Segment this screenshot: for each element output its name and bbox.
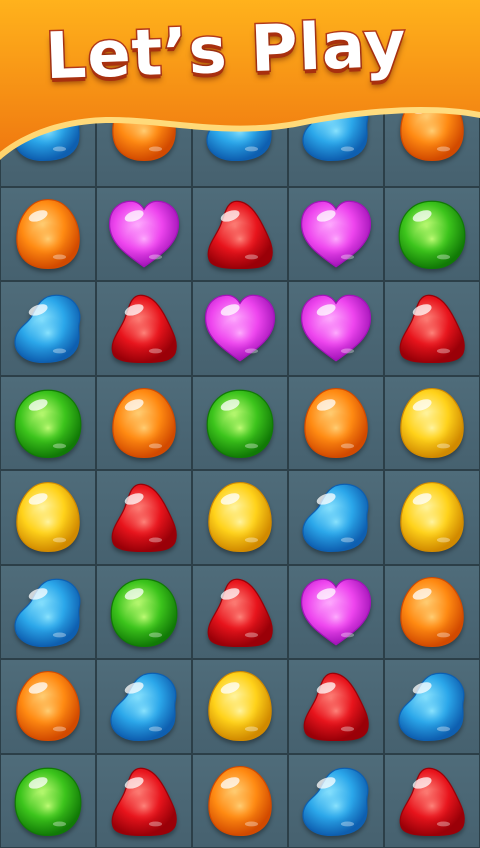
board-cell[interactable] — [288, 564, 384, 659]
page-title: Let’s Play — [43, 6, 410, 96]
board-cell[interactable] — [192, 92, 288, 187]
yellow-egg-candy-icon[interactable] — [199, 665, 281, 747]
blue-bean-candy-icon[interactable] — [199, 85, 281, 167]
board-cell[interactable] — [0, 753, 96, 848]
red-drop-candy-icon[interactable] — [199, 571, 281, 653]
board-cell[interactable] — [384, 186, 480, 281]
board-cell[interactable] — [384, 564, 480, 659]
board-cell[interactable] — [96, 186, 192, 281]
orange-egg-candy-icon[interactable] — [391, 571, 473, 653]
board-cell[interactable] — [192, 186, 288, 281]
board-cell[interactable] — [192, 659, 288, 754]
candy-board — [0, 91, 480, 848]
board-cell[interactable] — [192, 753, 288, 848]
board-cell[interactable] — [96, 659, 192, 754]
board-cell[interactable] — [0, 92, 96, 187]
board-cell[interactable] — [96, 470, 192, 565]
board-cell[interactable] — [0, 375, 96, 470]
red-drop-candy-icon[interactable] — [295, 665, 377, 747]
board-cell[interactable] — [0, 186, 96, 281]
blue-bean-candy-icon[interactable] — [7, 85, 89, 167]
green-round-candy-icon[interactable] — [7, 382, 89, 464]
board-cell[interactable] — [96, 564, 192, 659]
yellow-egg-candy-icon[interactable] — [391, 476, 473, 558]
blue-bean-candy-icon[interactable] — [295, 476, 377, 558]
blue-bean-candy-icon[interactable] — [295, 760, 377, 842]
orange-egg-candy-icon[interactable] — [103, 382, 185, 464]
board-cell[interactable] — [192, 470, 288, 565]
board-cell[interactable] — [384, 659, 480, 754]
yellow-egg-candy-icon[interactable] — [391, 382, 473, 464]
pink-heart-candy-icon[interactable] — [103, 193, 185, 275]
board-cell[interactable] — [288, 92, 384, 187]
yellow-egg-candy-icon[interactable] — [199, 476, 281, 558]
green-round-candy-icon[interactable] — [391, 193, 473, 275]
board-cell[interactable] — [0, 564, 96, 659]
orange-egg-candy-icon[interactable] — [295, 382, 377, 464]
orange-egg-candy-icon[interactable] — [7, 665, 89, 747]
red-drop-candy-icon[interactable] — [391, 760, 473, 842]
board-cell[interactable] — [96, 91, 192, 187]
yellow-egg-candy-icon[interactable] — [7, 476, 89, 558]
pink-heart-candy-icon[interactable] — [295, 287, 377, 369]
pink-heart-candy-icon[interactable] — [295, 571, 377, 653]
board-cell[interactable] — [96, 281, 192, 376]
board-cell[interactable] — [96, 375, 192, 470]
green-round-candy-icon[interactable] — [7, 760, 89, 842]
board-cell[interactable] — [96, 753, 192, 848]
board-cell[interactable] — [384, 470, 480, 565]
game-screen: Let’s Play — [0, 0, 480, 848]
board-cell[interactable] — [384, 753, 480, 848]
board-cell[interactable] — [192, 375, 288, 470]
blue-bean-candy-icon[interactable] — [7, 287, 89, 369]
blue-bean-candy-icon[interactable] — [295, 85, 377, 167]
orange-egg-candy-icon[interactable] — [199, 760, 281, 842]
red-drop-candy-icon[interactable] — [103, 287, 185, 369]
board-cell[interactable] — [384, 91, 480, 187]
board-cell[interactable] — [288, 753, 384, 848]
orange-egg-candy-icon[interactable] — [103, 85, 185, 167]
board-cell[interactable] — [288, 470, 384, 565]
red-drop-candy-icon[interactable] — [103, 760, 185, 842]
board-cell[interactable] — [384, 375, 480, 470]
pink-heart-candy-icon[interactable] — [199, 287, 281, 369]
board-cell[interactable] — [0, 281, 96, 376]
board-cell[interactable] — [288, 375, 384, 470]
pink-heart-candy-icon[interactable] — [295, 193, 377, 275]
blue-bean-candy-icon[interactable] — [391, 665, 473, 747]
red-drop-candy-icon[interactable] — [391, 287, 473, 369]
orange-egg-candy-icon[interactable] — [7, 193, 89, 275]
green-round-candy-icon[interactable] — [103, 571, 185, 653]
red-drop-candy-icon[interactable] — [199, 193, 281, 275]
blue-bean-candy-icon[interactable] — [103, 665, 185, 747]
board-cell[interactable] — [192, 564, 288, 659]
red-drop-candy-icon[interactable] — [103, 476, 185, 558]
orange-egg-candy-icon[interactable] — [391, 85, 473, 167]
board-cell[interactable] — [192, 281, 288, 376]
board-cell[interactable] — [0, 470, 96, 565]
board-cell[interactable] — [0, 659, 96, 754]
board-cell[interactable] — [288, 659, 384, 754]
blue-bean-candy-icon[interactable] — [7, 571, 89, 653]
board-cell[interactable] — [288, 186, 384, 281]
green-round-candy-icon[interactable] — [199, 382, 281, 464]
board-cell[interactable] — [384, 281, 480, 376]
board-cell[interactable] — [288, 281, 384, 376]
